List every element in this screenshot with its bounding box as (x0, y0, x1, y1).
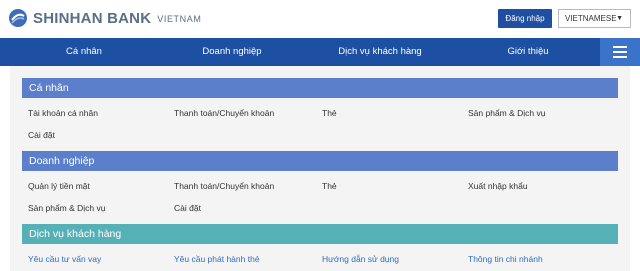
hamburger-icon-line (613, 46, 627, 48)
hamburger-icon-line (613, 56, 627, 58)
link-personal-settings[interactable]: Cài đặt (28, 130, 55, 140)
mega-menu-panel: Cá nhân Tài khoản cá nhân Thanh toán/Chu… (10, 66, 630, 271)
login-button[interactable]: Đăng nhập (498, 9, 552, 28)
link-business-products[interactable]: Sản phẩm & Dịch vụ (28, 203, 105, 213)
link-personal-payment[interactable]: Thanh toán/Chuyển khoản (174, 108, 274, 118)
nav-item-business[interactable]: Doanh nghiệp (168, 38, 296, 66)
language-select[interactable]: VIETNAMESE ▼ (558, 9, 631, 28)
link-business-import-export[interactable]: Xuất nhập khẩu (468, 181, 528, 191)
link-branch-info[interactable]: Thông tin chi nhánh (468, 254, 543, 264)
language-value: VIETNAMESE (565, 14, 617, 23)
section-header-customer-service[interactable]: Dịch vụ khách hàng (22, 224, 618, 244)
shinhan-logo[interactable]: SHINHAN BANK VIETNAM (8, 8, 201, 28)
link-business-cash-management[interactable]: Quản lý tiền mặt (28, 181, 90, 191)
link-business-card[interactable]: Thẻ (322, 181, 337, 191)
link-loan-consultation[interactable]: Yêu cầu tư vấn vay (28, 254, 101, 264)
logo-text: SHINHAN BANK (33, 9, 152, 27)
link-personal-account[interactable]: Tài khoản cá nhân (28, 108, 98, 118)
section-header-business[interactable]: Doanh nghiệp (22, 151, 618, 171)
nav-item-personal[interactable]: Cá nhân (20, 38, 148, 66)
link-card-issuance[interactable]: Yêu cầu phát hành thẻ (174, 254, 260, 264)
main-nav: Cá nhân Doanh nghiệp Dịch vụ khách hàng … (0, 38, 640, 66)
nav-item-about[interactable]: Giới thiệu (464, 38, 592, 66)
link-personal-products[interactable]: Sản phẩm & Dịch vụ (468, 108, 545, 118)
link-user-guide[interactable]: Hướng dẫn sử dụng (322, 254, 399, 264)
logo-subtext: VIETNAM (157, 14, 202, 24)
site-header: SHINHAN BANK VIETNAM Đăng nhập VIETNAMES… (0, 0, 640, 38)
hamburger-icon-line (613, 51, 627, 53)
hamburger-menu-button[interactable] (600, 38, 640, 66)
nav-item-customer-service[interactable]: Dịch vụ khách hàng (316, 38, 444, 66)
link-business-settings[interactable]: Cài đặt (174, 203, 201, 213)
link-personal-card[interactable]: Thẻ (322, 108, 337, 118)
chevron-down-icon: ▼ (616, 15, 623, 22)
link-business-payment[interactable]: Thanh toán/Chuyển khoản (174, 181, 274, 191)
section-header-personal[interactable]: Cá nhân (22, 78, 618, 98)
shinhan-logo-icon (9, 9, 27, 27)
